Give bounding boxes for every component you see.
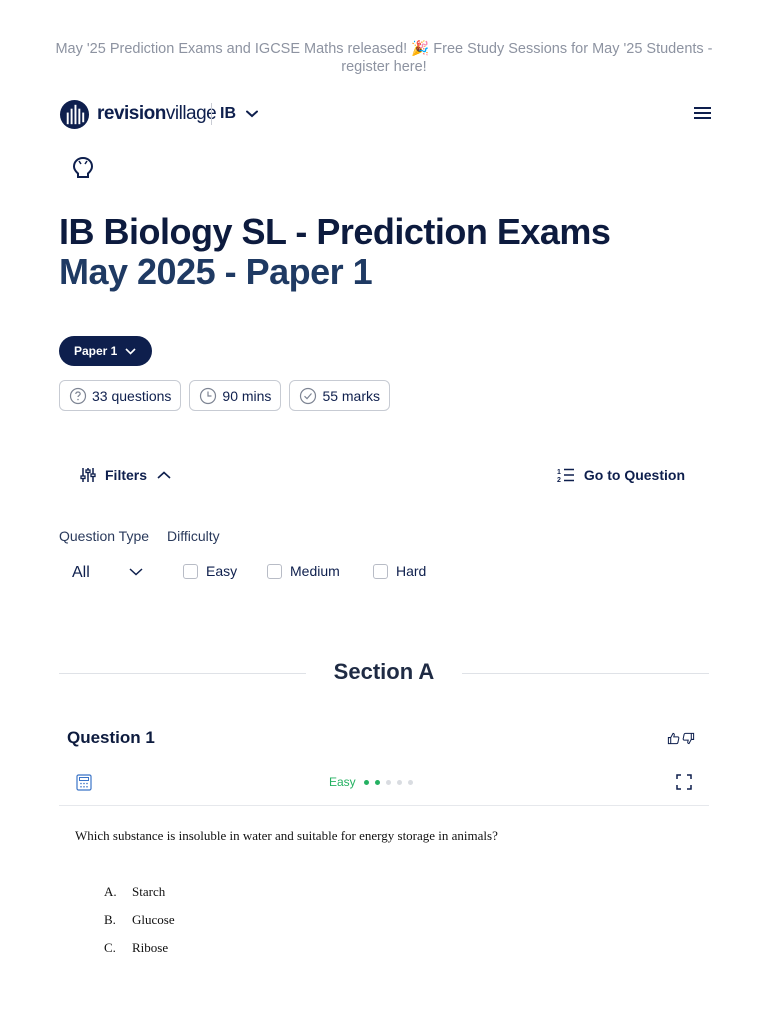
answer-option-a: A. Starch [104,884,166,899]
announcement-banner[interactable]: May '25 Prediction Exams and IGCSE Maths… [50,40,718,76]
svg-text:1: 1 [557,469,561,476]
difficulty-easy-checkbox[interactable]: Easy [183,563,237,579]
paper-select[interactable]: Paper 1 [59,336,152,366]
difficulty-dot [385,779,391,785]
stat-questions: 33 questions [59,380,182,411]
question-toolbar: Easy [59,768,709,806]
difficulty-dot [374,779,380,785]
divider-line [462,673,709,674]
page-title-line2: May 2025 - Paper 1 [59,251,373,292]
question-text: Which substance is insoluble in water an… [75,828,498,843]
difficulty-dot [363,779,369,785]
section-title: Section A [333,659,435,684]
numbered-list-icon: 1 2 [557,468,574,484]
curriculum-label: IB [220,105,236,122]
answer-option-c: C. Ribose [104,940,169,955]
checkbox-box[interactable] [373,563,388,579]
curriculum-select[interactable]: IB [220,105,258,123]
feedback-buttons [665,732,695,745]
logo-divider [211,103,212,125]
question-circle-icon [69,387,87,404]
paper-select-label: Paper 1 [74,344,118,358]
stat-marks: 55 marks [289,380,391,411]
difficulty-dots [363,779,419,785]
page-title: IB Biology SL - Prediction Exams May 202… [59,212,699,292]
thumbs-down-icon[interactable] [682,732,695,745]
logo[interactable]: revisionvillage [59,98,217,130]
filters-toggle[interactable]: Filters [79,466,171,484]
difficulty-medium-checkbox[interactable]: Medium [267,563,340,579]
checkbox-box[interactable] [183,563,198,579]
difficulty-dot [407,779,413,785]
svg-text:2: 2 [557,477,561,484]
chevron-down-icon [129,568,143,576]
difficulty-label: Difficulty [167,528,220,544]
exam-stats: 33 questions 90 mins 55 marks [59,380,398,411]
chevron-down-icon [246,110,258,118]
difficulty-indicator: Easy [329,775,419,789]
chevron-down-icon [125,347,136,355]
checkbox-box[interactable] [267,563,282,579]
page-title-line1: IB Biology SL - Prediction Exams [59,211,611,252]
question-heading: Question 1 [67,728,155,747]
clock-icon [200,387,217,404]
navbar: revisionvillage IB [59,98,713,130]
answer-options: A. Starch B. Glucose C. Ribose [104,884,175,968]
question-type-select[interactable]: All [59,560,159,586]
lightbulb-icon [72,156,94,178]
go-to-question-label: Go to Question [583,467,685,483]
check-circle-icon [300,387,317,404]
go-to-question-button[interactable]: 1 2 Go to Question [557,466,685,484]
section-divider: Section A [59,658,709,688]
difficulty-text: Easy [329,775,356,789]
question-type-value: All [72,564,90,581]
logo-wordmark: revisionvillage [97,103,217,124]
chevron-up-icon [157,471,171,479]
filters-label: Filters [105,467,148,483]
question-type-label: Question Type [59,528,150,544]
fullscreen-icon[interactable] [676,774,692,790]
difficulty-dot [396,779,402,785]
stat-duration: 90 mins [189,380,282,411]
logo-mark-icon [59,99,90,129]
thumbs-up-icon[interactable] [667,732,680,745]
answer-option-b: B. Glucose [104,912,175,927]
calculator-icon[interactable] [76,774,92,791]
difficulty-hard-checkbox[interactable]: Hard [373,563,426,579]
sliders-icon [80,468,96,482]
hamburger-menu-icon[interactable] [694,106,711,120]
